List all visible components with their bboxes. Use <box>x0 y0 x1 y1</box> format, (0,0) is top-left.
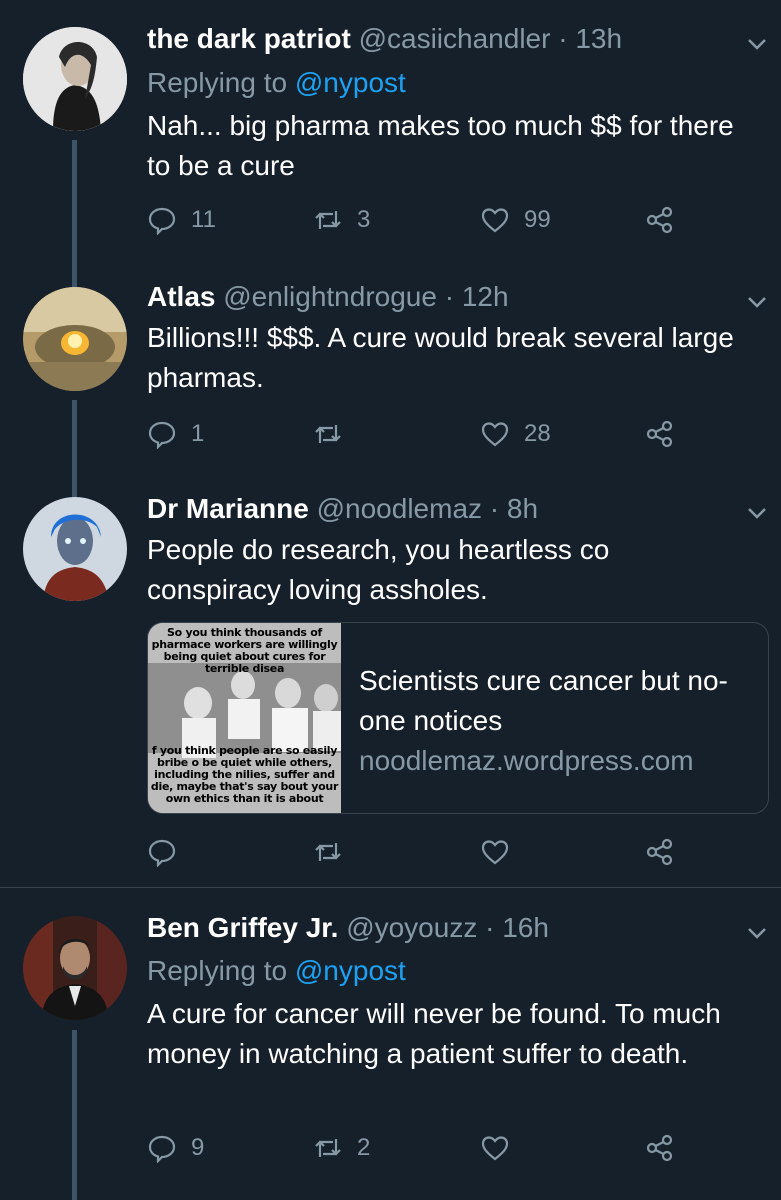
tweet-text: A cure for cancer will never be found. T… <box>147 998 721 1069</box>
reply-icon <box>148 421 176 449</box>
tweet-text: People do research, you heartless co con… <box>147 534 610 605</box>
replying-to: Replying to @nypost <box>147 66 406 100</box>
card-meme-bottom: f you think people are so easily bribe o… <box>150 744 339 805</box>
share-button[interactable] <box>645 200 675 240</box>
share-icon <box>646 206 673 234</box>
retweet-icon <box>315 211 341 229</box>
author-handle[interactable]: @casiichandler · 13h <box>359 23 622 54</box>
replying-prefix: Replying to <box>147 67 295 98</box>
like-button[interactable]: 99 <box>480 200 551 240</box>
retweet-icon <box>315 843 341 861</box>
reply-button[interactable]: 1 <box>147 414 204 454</box>
author-name[interactable]: Dr Marianne <box>147 493 309 524</box>
retweet-count: 2 <box>357 1134 371 1161</box>
card-meme-top: So you think thousands of pharmace worke… <box>151 626 338 675</box>
chevron-down-icon[interactable] <box>745 32 769 56</box>
reply-icon <box>148 839 176 867</box>
card-domain: noodlemaz.wordpress.com <box>359 745 694 776</box>
avatar[interactable] <box>23 497 127 601</box>
retweet-button[interactable]: 3 <box>313 200 370 240</box>
tweet-3[interactable]: Dr Marianne @noodlemaz · 8h People do re… <box>0 493 781 887</box>
card-title: Scientists cure cancer but no-one notice… <box>359 665 728 736</box>
replying-prefix: Replying to <box>147 955 295 986</box>
retweet-button[interactable] <box>313 414 357 454</box>
reply-button[interactable]: 11 <box>147 200 216 240</box>
replying-to-link[interactable]: @nypost <box>295 67 406 98</box>
author-handle[interactable]: @enlightndrogue · 12h <box>223 281 508 312</box>
retweet-button[interactable] <box>313 832 357 872</box>
author-handle[interactable]: @noodlemaz · 8h <box>317 493 538 524</box>
retweet-icon <box>315 425 341 443</box>
share-icon <box>646 420 673 448</box>
like-button[interactable] <box>480 832 524 872</box>
tweet-1[interactable]: the dark patriot @casiichandler · 13h Re… <box>0 0 781 285</box>
heart-icon <box>481 840 509 865</box>
chevron-down-icon[interactable] <box>745 921 769 945</box>
reply-button[interactable]: 9 <box>147 1128 204 1168</box>
like-button[interactable]: 28 <box>480 414 551 454</box>
reply-button[interactable] <box>147 832 191 872</box>
like-button[interactable] <box>480 1128 524 1168</box>
heart-icon <box>481 422 509 447</box>
tweet-text: Billions!!! $$$. A cure would break seve… <box>147 322 734 393</box>
share-icon <box>646 838 673 866</box>
avatar[interactable] <box>23 27 127 131</box>
tweet-text: Nah... big pharma makes too much $$ for … <box>147 110 734 181</box>
chevron-down-icon[interactable] <box>745 501 769 525</box>
author-handle[interactable]: @yoyouzz · 16h <box>346 912 549 943</box>
replying-to: Replying to @nypost <box>147 954 406 988</box>
author-name[interactable]: Atlas <box>147 281 215 312</box>
author-name[interactable]: the dark patriot <box>147 23 351 54</box>
retweet-icon <box>315 1139 341 1157</box>
thread-line <box>72 400 77 495</box>
like-count: 28 <box>524 420 551 447</box>
thread-line <box>72 1030 77 1200</box>
heart-icon <box>481 208 509 233</box>
share-button[interactable] <box>645 1128 675 1168</box>
thread-line <box>72 140 77 285</box>
reply-count: 11 <box>191 206 216 233</box>
heart-icon <box>481 1136 509 1161</box>
share-icon <box>646 1134 673 1162</box>
reply-icon <box>148 1135 176 1163</box>
chevron-down-icon[interactable] <box>745 290 769 314</box>
replying-to-link[interactable]: @nypost <box>295 955 406 986</box>
card-image: So you think thousands of pharmace worke… <box>148 623 341 813</box>
reply-count: 1 <box>191 420 205 447</box>
link-card[interactable]: So you think thousands of pharmace worke… <box>147 622 769 814</box>
retweet-button[interactable]: 2 <box>313 1128 370 1168</box>
reply-icon <box>148 207 176 235</box>
avatar[interactable] <box>23 287 127 391</box>
reply-count: 9 <box>191 1134 205 1161</box>
retweet-count: 3 <box>357 206 371 233</box>
author-name[interactable]: Ben Griffey Jr. <box>147 912 338 943</box>
share-button[interactable] <box>645 414 675 454</box>
tweet-2[interactable]: Atlas @enlightndrogue · 12h Billions!!! … <box>0 281 781 495</box>
tweet-4[interactable]: Ben Griffey Jr. @yoyouzz · 16h Replying … <box>0 888 781 1200</box>
like-count: 99 <box>524 206 551 233</box>
share-button[interactable] <box>645 832 675 872</box>
avatar[interactable] <box>23 916 127 1020</box>
